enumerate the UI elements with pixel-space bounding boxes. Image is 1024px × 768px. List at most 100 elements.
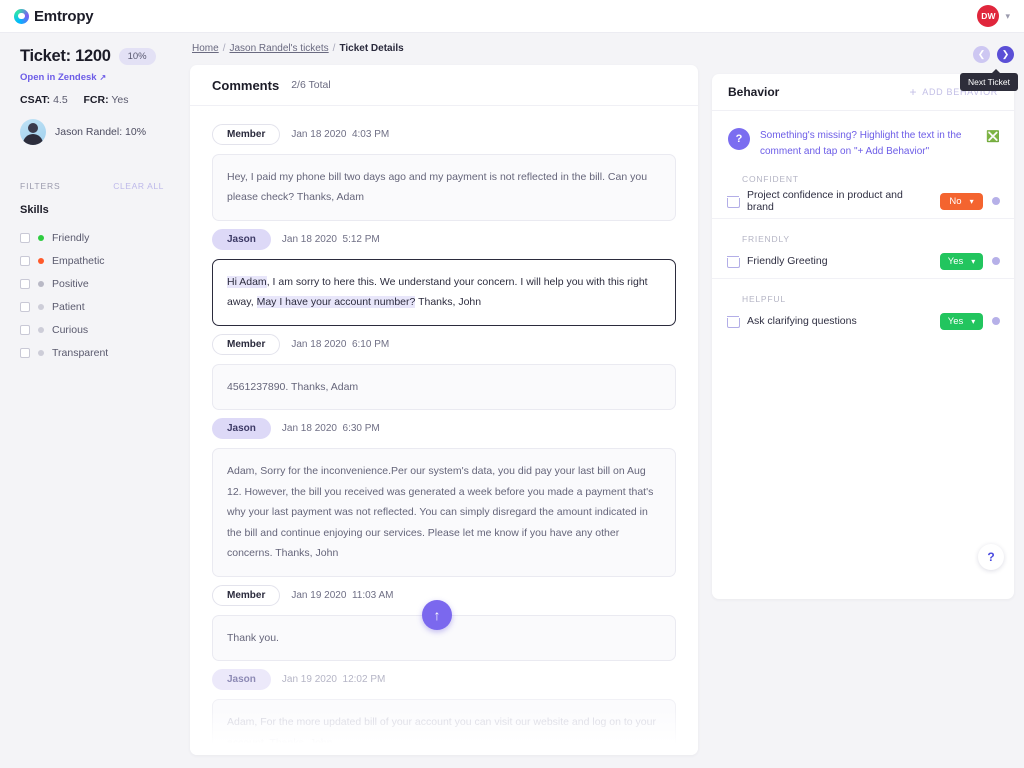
- skill-filter-item[interactable]: Transparent: [20, 341, 164, 364]
- comment-timestamp: Jan 18 2020 5:12 PM: [281, 233, 380, 245]
- skill-filter-item[interactable]: Friendly: [20, 226, 164, 249]
- comment-timestamp: Jan 18 2020 6:10 PM: [291, 338, 390, 350]
- chevron-left-icon[interactable]: ❮: [973, 45, 990, 63]
- behavior-value-select[interactable]: No ▾: [940, 192, 983, 210]
- highlighted-text: May I have your account number?: [256, 296, 416, 309]
- skill-filter-item[interactable]: Positive: [20, 272, 164, 295]
- skills-section-title: Skills: [20, 204, 49, 216]
- avatar[interactable]: DW: [977, 5, 1000, 27]
- skill-status-dot: [38, 349, 44, 356]
- trash-icon[interactable]: [726, 255, 740, 268]
- behavior-value-label: No: [949, 195, 962, 207]
- skill-label: Positive: [52, 277, 89, 290]
- comment-message: Member Jan 18 2020 4:03 PM Hey, I paid my …: [212, 124, 676, 221]
- breadcrumb-tickets[interactable]: Jason Randel's tickets: [229, 43, 328, 54]
- comment-meta: Jason Jan 18 2020 6:30 PM: [212, 418, 676, 440]
- comment-meta: Jason Jan 19 2020 12:02 PM: [212, 669, 676, 691]
- comments-count: 2/6 Total: [291, 79, 331, 91]
- clear-all-button[interactable]: CLEAR ALL: [113, 181, 164, 191]
- fcr-label: FCR:: [83, 94, 109, 106]
- agent-summary[interactable]: Jason Randel: 10%: [20, 119, 164, 145]
- comment-body[interactable]: Adam, Sorry for the inconvenience.Per ou…: [212, 448, 676, 577]
- comment-timestamp: Jan 19 2020 11:03 AM: [291, 589, 394, 601]
- comment-timestamp: Jan 18 2020 4:03 PM: [291, 129, 390, 140]
- comment-role-badge: Member: [212, 124, 281, 145]
- skill-filter-item[interactable]: Empathetic: [20, 249, 164, 272]
- comment-text: Thanks, John: [415, 296, 482, 309]
- skill-status-dot: [38, 257, 44, 264]
- comment-body[interactable]: Hey, I paid my phone bill two days ago a…: [212, 154, 676, 221]
- breadcrumb-home[interactable]: Home: [192, 43, 219, 54]
- behavior-value-label: Yes: [947, 255, 964, 267]
- comment-role-badge: Jason: [212, 418, 271, 440]
- comment-body[interactable]: 4561237890. Thanks, Adam: [212, 363, 676, 411]
- question-mark-icon: ?: [728, 128, 750, 150]
- external-link-icon: ↗: [99, 73, 107, 82]
- chevron-right-icon[interactable]: ❯: [997, 45, 1014, 63]
- behavior-value-label: Yes: [947, 315, 964, 327]
- brand-name: Emtropy: [34, 7, 94, 25]
- fcr-value: Yes: [111, 94, 129, 106]
- chevron-down-icon: ▾: [971, 316, 976, 326]
- highlighted-text: Hi Adam: [227, 275, 267, 288]
- chevron-down-icon[interactable]: ▾: [1005, 11, 1010, 22]
- checkbox-icon[interactable]: [20, 347, 30, 358]
- behavior-panel: Behavior + ADD BEHAVIOR ? Something's mi…: [712, 74, 1014, 599]
- chevron-down-icon: ▾: [969, 196, 974, 206]
- comment-meta: Member Jan 18 2020 4:03 PM: [212, 124, 676, 145]
- center-column: Home / Jason Randel's tickets / Ticket D…: [180, 33, 698, 768]
- checkbox-icon[interactable]: [20, 324, 30, 335]
- checkbox-icon[interactable]: [20, 255, 30, 266]
- arrow-up-icon[interactable]: ↑: [422, 600, 452, 630]
- comments-panel: Comments 2/6 Total Member Jan 18 2020 4:0…: [190, 65, 698, 755]
- checkbox-icon[interactable]: [20, 278, 30, 289]
- help-button[interactable]: ?: [978, 544, 1004, 570]
- checkbox-icon[interactable]: [20, 301, 30, 312]
- comment-role-badge: Member: [212, 584, 281, 606]
- skill-status-dot: [38, 326, 44, 333]
- main-layout: Ticket: 1200 10% Open in Zendesk ↗ CSAT:…: [0, 33, 1024, 768]
- trash-icon[interactable]: [726, 195, 740, 208]
- behavior-category: FRIENDLY: [742, 234, 790, 244]
- comment-meta: Member Jan 18 2020 6:10 PM: [212, 333, 676, 355]
- skill-status-dot: [38, 280, 44, 287]
- comments-title: Comments: [212, 77, 280, 93]
- behavior-row: Friendly Greeting Yes ▾: [726, 244, 1000, 278]
- comments-thread: Member Jan 18 2020 4:03 PM Hey, I paid my …: [190, 106, 698, 755]
- csat-value: 4.5: [53, 94, 68, 106]
- behavior-name: Friendly Greeting: [747, 255, 828, 267]
- comment-message: Jason Jan 18 2020 5:12 PM Hi Adam, I am so…: [212, 228, 676, 326]
- comments-header: Comments 2/6 Total: [190, 65, 698, 106]
- behavior-name: Ask clarifying questions: [747, 315, 857, 327]
- brand-logo[interactable]: Emtropy: [14, 7, 94, 25]
- behavior-value-select[interactable]: Yes ▾: [940, 252, 983, 270]
- comment-body[interactable]: Hi Adam, I am sorry to here this. We und…: [212, 258, 676, 326]
- behavior-row: Project confidence in product and brand N…: [726, 184, 1000, 218]
- comment-message: Jason Jan 19 2020 12:02 PM Adam, For the m…: [212, 669, 676, 755]
- trash-icon[interactable]: [726, 315, 740, 328]
- behavior-category: HELPFUL: [742, 294, 786, 304]
- user-menu[interactable]: DW ▾: [977, 5, 1010, 27]
- comment-role-badge: Jason: [212, 228, 271, 250]
- behavior-value-select[interactable]: Yes ▾: [940, 312, 983, 330]
- skills-filter-list: Friendly Empathetic Positive Patient Curious…: [20, 226, 164, 364]
- breadcrumb-current: Ticket Details: [339, 43, 404, 54]
- skill-status-dot: [38, 303, 44, 310]
- breadcrumb: Home / Jason Randel's tickets / Ticket D…: [190, 43, 698, 54]
- agent-avatar: [20, 119, 46, 145]
- chevron-down-icon: ▾: [971, 256, 976, 266]
- close-circle-icon[interactable]: ❎: [986, 130, 1000, 143]
- filters-header: FILTERS CLEAR ALL: [20, 181, 164, 191]
- comment-body[interactable]: Adam, For the more updated bill of your …: [212, 699, 676, 755]
- skill-filter-item[interactable]: Curious: [20, 318, 164, 341]
- skill-filter-item[interactable]: Patient: [20, 295, 164, 318]
- behavior-name: Project confidence in product and brand: [747, 189, 903, 213]
- open-in-zendesk-link[interactable]: Open in Zendesk ↗: [20, 72, 164, 83]
- behavior-status-dot: [992, 317, 1000, 325]
- ticket-metrics: CSAT: 4.5 FCR: Yes: [20, 94, 164, 106]
- next-ticket-tooltip: Next Ticket: [959, 69, 1018, 91]
- comment-message: Jason Jan 18 2020 6:30 PM Adam, Sorry for …: [212, 418, 676, 577]
- behavior-status-dot: [992, 197, 1000, 205]
- skill-label: Patient: [52, 300, 85, 313]
- checkbox-icon[interactable]: [20, 232, 30, 243]
